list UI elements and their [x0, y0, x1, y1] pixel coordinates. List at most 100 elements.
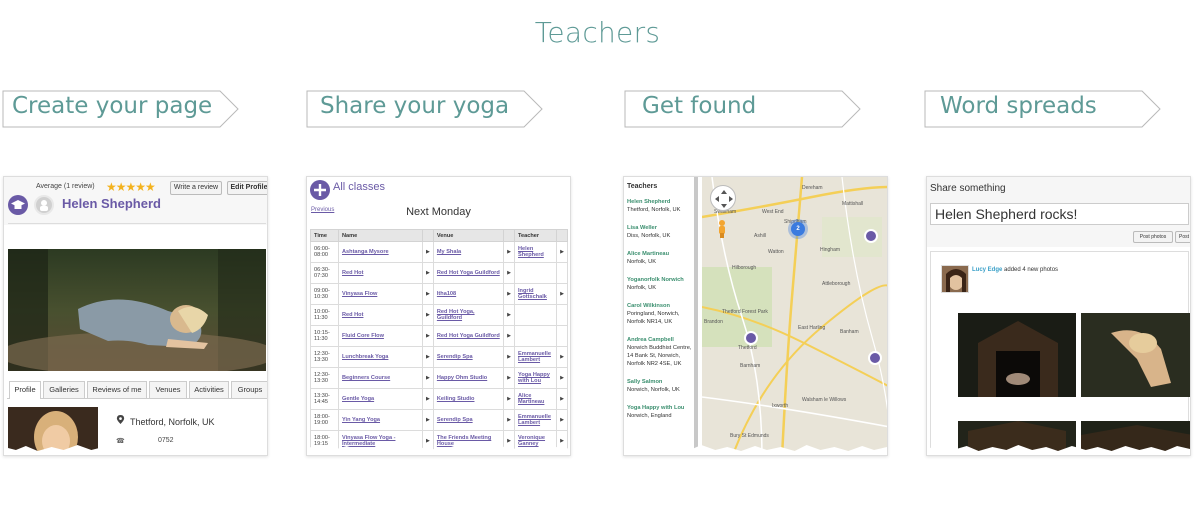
list-item[interactable]: Andrea Campbell Norwich Buddhist Centre, … [627, 336, 694, 368]
teacher-name-link[interactable]: Andrea Campbell [627, 336, 694, 344]
table-row[interactable]: 06:30-07:30 Red Hot ▶ Red Hot Yoga Guildfor… [310, 262, 568, 284]
class-venue-link[interactable]: Keiling Studio [432, 388, 505, 410]
class-name-link[interactable]: Red Hot [338, 304, 423, 326]
tab-venues[interactable]: Venues [149, 381, 187, 398]
tab-reviews[interactable]: Reviews of me [87, 381, 147, 398]
class-venue-link[interactable]: Red Hot Yoga, Guildford [432, 304, 505, 326]
class-venue-link[interactable]: Serendip Spa [432, 346, 505, 368]
avatar[interactable] [941, 265, 969, 293]
table-row[interactable]: 10:00-11:30 Red Hot ▶ Red Hot Yoga, Guildfo… [310, 304, 568, 326]
activity-description: added 4 new photos [1004, 267, 1059, 273]
table-row[interactable]: 12:30-13:30 Lunchbreak Yoga ▶ Serendip Spa ▶… [310, 346, 568, 368]
class-venue-link[interactable]: Red Hot Yoga Guildford [432, 325, 505, 347]
table-row[interactable]: 10:15-11:30 Fluid Core Flow ▶ Red Hot Yoga … [310, 325, 568, 347]
teacher-map-marker[interactable] [864, 229, 878, 243]
class-name-link[interactable]: Lunchbreak Yoga [338, 346, 423, 368]
list-item[interactable]: Yoga Happy with Lou Norwich, England [627, 404, 694, 420]
tab-galleries[interactable]: Galleries [43, 381, 85, 398]
class-time: 06:00-08:00 [310, 241, 339, 263]
tab-activities[interactable]: Activities [189, 381, 229, 398]
location-pin-icon [116, 415, 125, 424]
write-review-button[interactable]: Write a review [170, 181, 222, 195]
list-item[interactable]: Alice Martineau Norfolk, UK [627, 250, 694, 266]
col-spacer [503, 229, 515, 242]
table-row[interactable]: 18:00-19:00 Yin Yang Yoga ▶ Serendip Spa ▶ Em… [310, 409, 568, 431]
class-teacher-link[interactable]: Yoga Happy with Lou [514, 367, 557, 389]
chevron-right-icon: ▶ [503, 367, 515, 389]
class-time: 09:00-10:30 [310, 283, 339, 305]
class-name-link[interactable]: Gentle Yoga [338, 388, 423, 410]
list-item[interactable]: Carol Wilkinson Poringland, Norwich, Norf… [627, 302, 694, 326]
previous-link[interactable]: Previous [311, 207, 334, 213]
map-place-label: Ixworth [772, 403, 789, 409]
teacher-list: Teachers Helen Shepherd Thetford, Norfolk… [624, 177, 698, 455]
list-item[interactable]: Lisa Weller Diss, Norfolk, UK [627, 224, 694, 240]
class-teacher-link[interactable] [514, 262, 557, 284]
table-row[interactable]: 13:30-14:45 Gentle Yoga ▶ Keiling Studio ▶ Al… [310, 388, 568, 410]
chevron-right-icon: ▶ [556, 241, 568, 263]
tab-profile[interactable]: Profile [9, 381, 41, 399]
list-item[interactable]: Yoganorfolk Norwich Norfolk, UK [627, 276, 694, 292]
class-name-link[interactable]: Yin Yang Yoga [338, 409, 423, 431]
col-venue: Venue [432, 229, 505, 242]
class-venue-link[interactable]: Serendip Spa [432, 409, 505, 431]
class-name-link[interactable]: Ashtanga Mysore [338, 241, 423, 263]
class-venue-link[interactable]: Itha108 [432, 283, 505, 305]
teacher-name-link[interactable]: Alice Martineau [627, 250, 694, 258]
table-row[interactable]: 09:00-10:30 Vinyasa Flow ▶ Itha108 ▶ Ingrid G… [310, 283, 568, 305]
table-row[interactable]: 06:00-08:00 Ashtanga Mysore ▶ My Shala ▶ Hele… [310, 241, 568, 263]
profile-name: Helen Shepherd [62, 196, 161, 211]
teacher-map-marker[interactable] [744, 331, 758, 345]
class-venue-link[interactable]: Happy Ohm Studio [432, 367, 505, 389]
torn-edge [4, 445, 267, 455]
class-teacher-link[interactable]: Ingrid Gottschalk [514, 283, 557, 305]
map-place-label: Brandon [704, 319, 723, 325]
profile-tabs: Profile Galleries Reviews of me Venues A… [7, 381, 267, 399]
class-venue-link[interactable]: Red Hot Yoga Guildford [432, 262, 505, 284]
class-teacher-link[interactable]: Emmanuelle Lambert [514, 409, 557, 431]
class-teacher-link[interactable]: Alice Martineau [514, 388, 557, 410]
teacher-name-link[interactable]: Helen Shepherd [627, 198, 694, 206]
list-item[interactable]: Helen Shepherd Thetford, Norfolk, UK [627, 198, 694, 214]
map-place-label: Hingham [820, 247, 841, 253]
class-name-link[interactable]: Vinyasa Flow [338, 283, 423, 305]
map-view[interactable]: Dereham Mattishall Swaffham West End Shi… [702, 177, 887, 455]
teacher-name-link[interactable]: Yoga Happy with Lou [627, 404, 694, 412]
class-teacher-link[interactable]: Emmanuelle Lambert [514, 346, 557, 368]
class-venue-link[interactable]: My Shala [432, 241, 505, 263]
class-name-link[interactable]: Red Hot [338, 262, 423, 284]
map-cluster-marker[interactable]: 2 [791, 222, 805, 236]
photo-thumbnail[interactable] [958, 313, 1076, 397]
table-row[interactable]: 12:30-13:30 Beginners Course ▶ Happy Ohm St… [310, 367, 568, 389]
class-time: 12:30-13:30 [310, 346, 339, 368]
teacher-name-link[interactable]: Yoganorfolk Norwich [627, 276, 694, 284]
post-photos-button[interactable]: Post photos [1133, 231, 1173, 243]
class-teacher-link[interactable] [514, 304, 557, 326]
teacher-name-link[interactable]: Lisa Weller [627, 224, 694, 232]
teacher-name-link[interactable]: Sally Salmon [627, 378, 694, 386]
list-item[interactable]: Sally Salmon Norwich, Norfolk, UK [627, 378, 694, 394]
post-button[interactable]: Post [1175, 231, 1190, 243]
map-place-label: Thetford Forest Park [722, 309, 768, 315]
edit-profile-button[interactable]: Edit Profile [227, 181, 267, 195]
share-text-input[interactable] [930, 203, 1189, 225]
map-place-label: East Harling [798, 325, 826, 331]
tab-groups[interactable]: Groups [231, 381, 267, 398]
chevron-right-icon: ▶ [503, 262, 515, 284]
teacher-address: Poringland, Norwich, Norfolk NR14, UK [627, 311, 680, 325]
photo-thumbnail[interactable] [1081, 313, 1190, 397]
chevron-right-icon: ▶ [421, 325, 434, 347]
chevron-right-icon: ▶ [421, 367, 434, 389]
col-name: Name [338, 229, 423, 242]
map-pan-control[interactable] [710, 185, 736, 211]
class-teacher-link[interactable] [514, 325, 557, 347]
step-word-spreads: Word spreads [924, 90, 1162, 128]
class-teacher-link[interactable]: Helen Shepherd [514, 241, 557, 263]
torn-edge [927, 445, 1190, 455]
teacher-map-marker[interactable] [868, 351, 882, 365]
author-link[interactable]: Lucy Edge [972, 267, 1002, 273]
teacher-name-link[interactable]: Carol Wilkinson [627, 302, 694, 310]
street-view-pegman-icon[interactable] [716, 219, 728, 239]
class-name-link[interactable]: Beginners Course [338, 367, 423, 389]
class-name-link[interactable]: Fluid Core Flow [338, 325, 423, 347]
